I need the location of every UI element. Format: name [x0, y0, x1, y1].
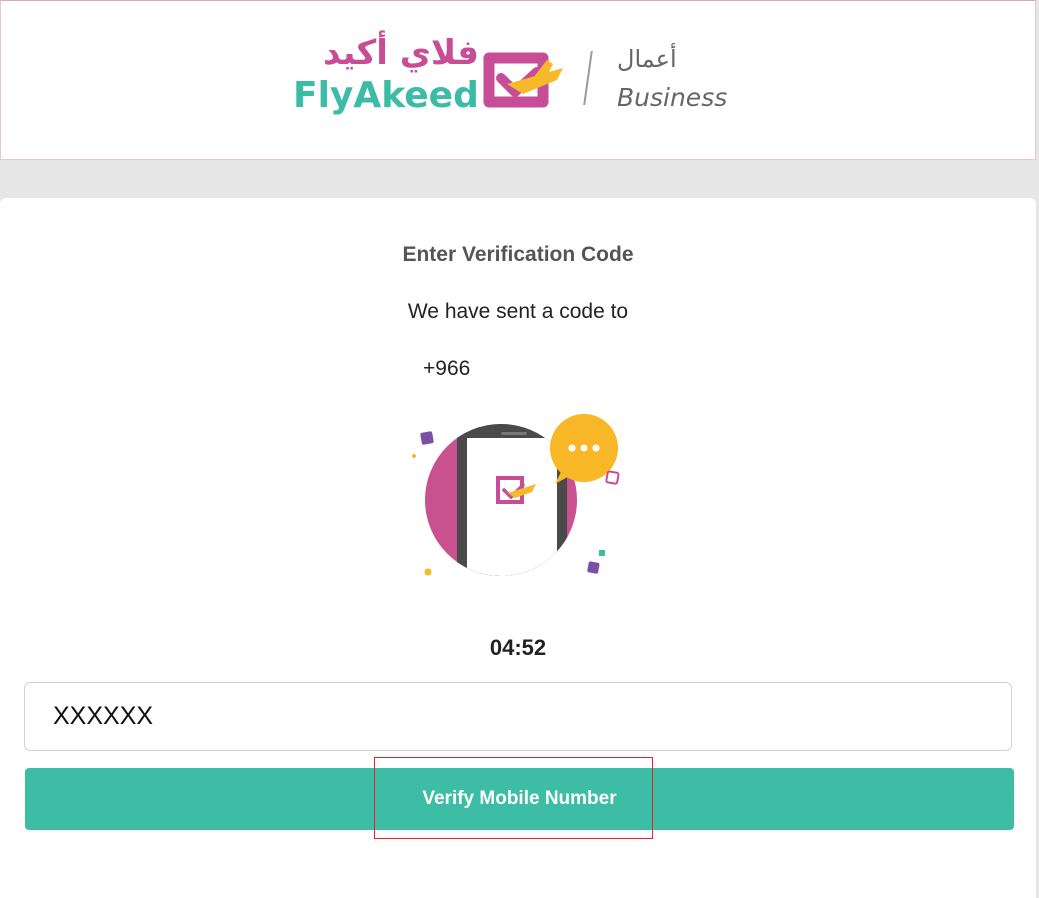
phone-number: +966 [423, 357, 471, 380]
business-english-label: Business [617, 83, 728, 112]
app-header: فلاي أكيد FlyAkeed أعمال Business [0, 0, 1036, 160]
brand-arabic-name: فلاي أكيد [322, 33, 479, 73]
countdown-timer: 04:52 [489, 635, 547, 660]
phone-message-illustration [412, 414, 620, 576]
business-arabic-label: أعمال [617, 45, 677, 73]
verification-code-input[interactable] [24, 682, 1012, 751]
brand-english-name: FlyAkeed [293, 75, 479, 116]
flyakeed-business-logo: فلاي أكيد FlyAkeed أعمال Business [291, 33, 751, 125]
page-title: Enter Verification Code [402, 243, 634, 266]
logo-divider [583, 51, 593, 105]
sent-message: We have sent a code to [407, 300, 629, 323]
plane-check-icon [483, 52, 563, 108]
verify-mobile-number-button[interactable]: Verify Mobile Number [25, 768, 1014, 830]
